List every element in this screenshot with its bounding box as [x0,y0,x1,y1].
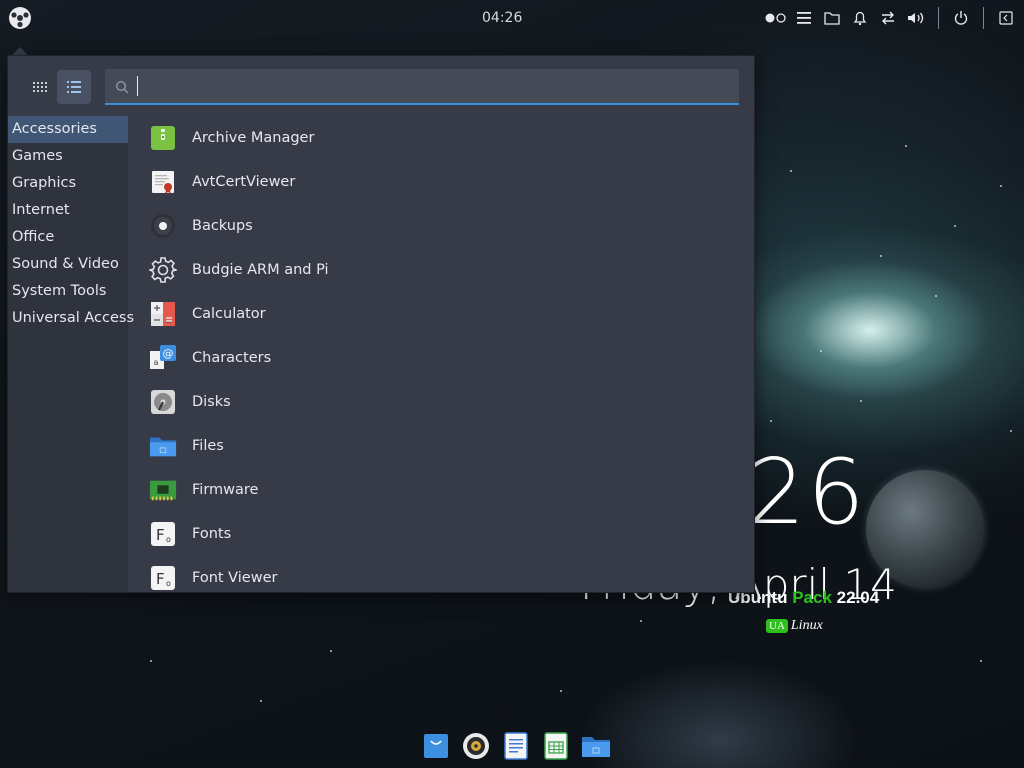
list-view-button[interactable] [57,70,91,104]
menu-lines-icon[interactable] [792,6,816,30]
app-characters[interactable]: @ a Characters [132,336,754,380]
software-store-icon[interactable] [421,731,451,761]
app-label: Font Viewer [192,570,278,586]
grid-dots-icon [33,82,47,92]
app-label: AvtCertViewer [192,174,296,190]
ualinux-logo: UA Linux [766,618,823,634]
text-document-icon[interactable] [501,731,531,761]
app-label: Characters [192,350,272,366]
app-label: Backups [192,218,253,234]
grid-view-button[interactable] [23,70,57,104]
app-avtcertviewer[interactable]: AvtCertViewer [132,160,754,204]
category-list: Accessories Games Graphics Internet Offi… [8,116,134,592]
search-box [105,69,739,105]
app-label: Archive Manager [192,130,315,146]
workspace-switcher-icon[interactable] [764,6,788,30]
font-viewer-icon: Fo [149,564,177,592]
backups-icon [149,212,177,240]
panel-clock[interactable]: 04:26 [482,10,522,26]
text-cursor [137,76,138,96]
power-icon[interactable] [949,6,973,30]
app-label: Budgie ARM and Pi [192,262,329,278]
disks-icon [149,388,177,416]
tray-separator [983,7,984,29]
category-graphics[interactable]: Graphics [8,170,128,197]
app-label: Files [192,438,224,454]
characters-icon: @ a [149,344,177,372]
desktop-clock: 26 [748,440,867,545]
app-label: Fonts [192,526,232,542]
category-sound-video[interactable]: Sound & Video [8,251,128,278]
folder-icon[interactable] [820,6,844,30]
rhythmbox-icon[interactable] [461,731,491,761]
list-view-icon [67,81,81,93]
app-budgie-arm-and-pi[interactable]: Budgie ARM and Pi [132,248,754,292]
svg-text:o: o [166,579,171,588]
menu-pointer [12,47,28,55]
system-tray [762,0,1024,36]
app-label: Disks [192,394,231,410]
file-manager-icon[interactable] [581,731,611,761]
dock [416,730,616,762]
ua-badge: UA [766,619,788,633]
gear-icon [149,256,177,284]
app-disks[interactable]: Disks [132,380,754,424]
app-label: Calculator [192,306,266,322]
svg-text:F: F [156,526,165,544]
spreadsheet-icon[interactable] [541,731,571,761]
top-panel: 04:26 [0,0,1024,36]
category-universal-access[interactable]: Universal Access [8,305,134,332]
application-menu: Accessories Games Graphics Internet Offi… [7,55,755,593]
svg-text:@: @ [163,347,174,360]
files-icon [149,432,177,460]
fonts-icon: Fo [149,520,177,548]
network-icon[interactable] [876,6,900,30]
category-system-tools[interactable]: System Tools [8,278,128,305]
firmware-icon [149,476,177,504]
archive-manager-icon [149,124,177,152]
brand-version: 22.04 [836,588,880,607]
app-backups[interactable]: Backups [132,204,754,248]
app-label: Firmware [192,482,259,498]
app-font-viewer[interactable]: Fo Font Viewer [132,556,754,592]
panel-toggle-icon[interactable] [994,6,1018,30]
app-calculator[interactable]: Calculator [132,292,754,336]
app-list: Archive Manager AvtCertViewer Backups Bu… [132,116,754,592]
search-input[interactable] [139,69,733,105]
bell-icon[interactable] [848,6,872,30]
volume-icon[interactable] [904,6,928,30]
brand-word-pack: Pack [792,588,832,607]
app-fonts[interactable]: Fo Fonts [132,512,754,556]
tray-separator [938,7,939,29]
category-games[interactable]: Games [8,143,128,170]
category-office[interactable]: Office [8,224,128,251]
menu-launcher-icon[interactable] [8,6,32,30]
calculator-icon [149,300,177,328]
category-internet[interactable]: Internet [8,197,128,224]
app-archive-manager[interactable]: Archive Manager [132,116,754,160]
linux-word: Linux [790,618,823,633]
svg-text:o: o [166,535,171,544]
certificate-icon [149,168,177,196]
category-accessories[interactable]: Accessories [8,116,128,143]
app-files[interactable]: Files [132,424,754,468]
search-icon [115,79,129,94]
app-firmware[interactable]: Firmware [132,468,754,512]
svg-text:F: F [156,570,165,588]
svg-text:a: a [154,358,159,367]
